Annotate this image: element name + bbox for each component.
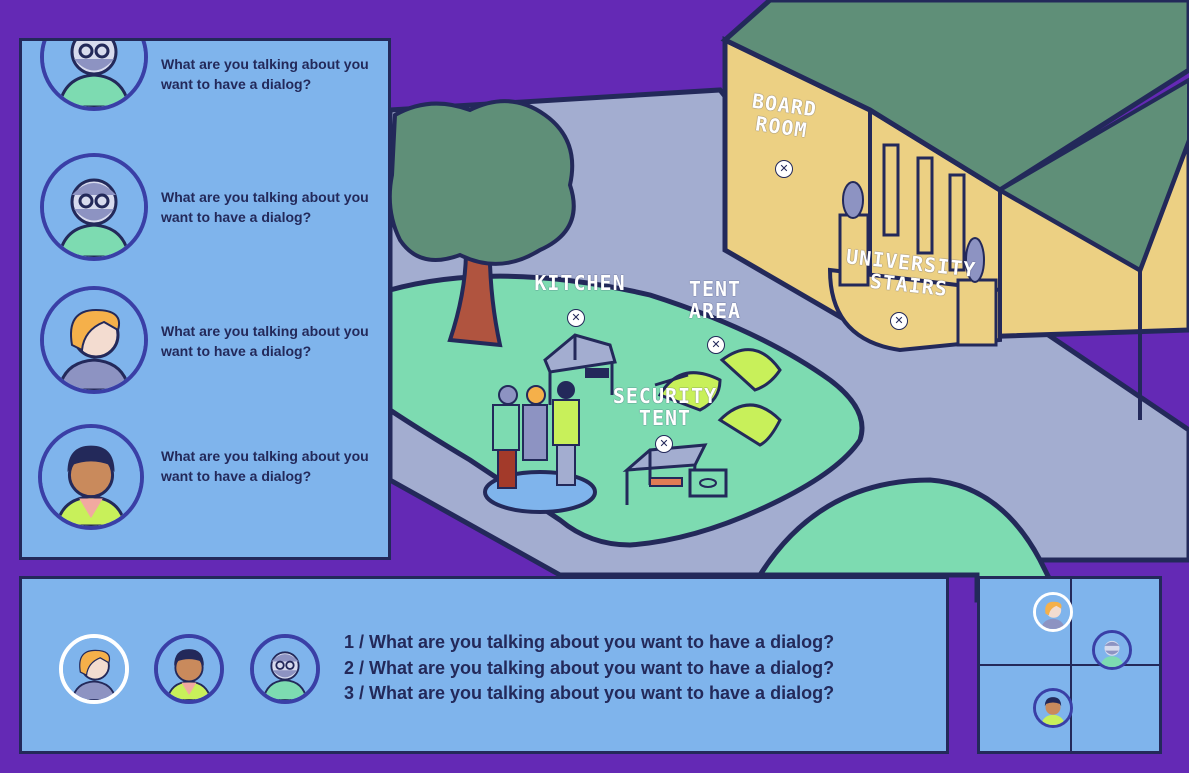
dialog-log-panel[interactable]: What are you talking about you want to h… xyxy=(19,38,391,560)
avatar-older-man xyxy=(40,153,148,261)
location-marker-security-tent[interactable]: ✕ xyxy=(655,435,673,453)
location-label-security-tent: Security Tent xyxy=(612,384,718,430)
minimap-marker-blonde-woman[interactable] xyxy=(1033,592,1073,632)
minimap-marker-older-man[interactable] xyxy=(1092,630,1132,670)
dialog-log-entry: What are you talking about you want to h… xyxy=(22,41,388,113)
avatar-blonde-woman xyxy=(40,286,148,394)
speaker-avatar-security-guard[interactable] xyxy=(154,634,224,704)
dialog-choice-option[interactable]: 2 / What are you talking about you want … xyxy=(344,656,834,682)
dialog-log-entry: What are you talking about you want to h… xyxy=(22,151,388,261)
minimap-grid-line xyxy=(980,664,1159,666)
avatar-security-guard xyxy=(38,424,144,530)
dialog-choice-option[interactable]: 3 / What are you talking about you want … xyxy=(344,681,834,707)
location-marker-kitchen[interactable]: ✕ xyxy=(567,309,585,327)
avatar-older-man xyxy=(40,41,148,111)
dialog-log-text: What are you talking about you want to h… xyxy=(161,323,369,359)
dialog-log-text: What are you talking about you want to h… xyxy=(161,448,369,484)
dialog-log-entry: What are you talking about you want to h… xyxy=(22,424,388,534)
dialog-choice-option[interactable]: 1 / What are you talking about you want … xyxy=(344,630,834,656)
location-label-tent-area: Tent Area xyxy=(688,277,742,323)
dialog-log-text: What are you talking about you want to h… xyxy=(161,189,369,225)
dialog-log-entry: What are you talking about you want to h… xyxy=(22,286,388,396)
location-label-kitchen: Kitchen xyxy=(534,271,626,295)
speaker-avatar-older-man[interactable] xyxy=(250,634,320,704)
dialog-choice-panel: 1 / What are you talking about you want … xyxy=(19,576,949,754)
dialog-choice-list: 1 / What are you talking about you want … xyxy=(344,630,834,707)
dialog-log-text: What are you talking about you want to h… xyxy=(161,56,369,92)
speaker-avatar-blonde-woman[interactable] xyxy=(59,634,129,704)
minimap-marker-security-guard[interactable] xyxy=(1033,688,1073,728)
location-marker-tent-area[interactable]: ✕ xyxy=(707,336,725,354)
minimap[interactable] xyxy=(977,576,1162,754)
location-marker-board-room[interactable]: ✕ xyxy=(775,160,793,178)
location-marker-university-stairs[interactable]: ✕ xyxy=(890,312,908,330)
